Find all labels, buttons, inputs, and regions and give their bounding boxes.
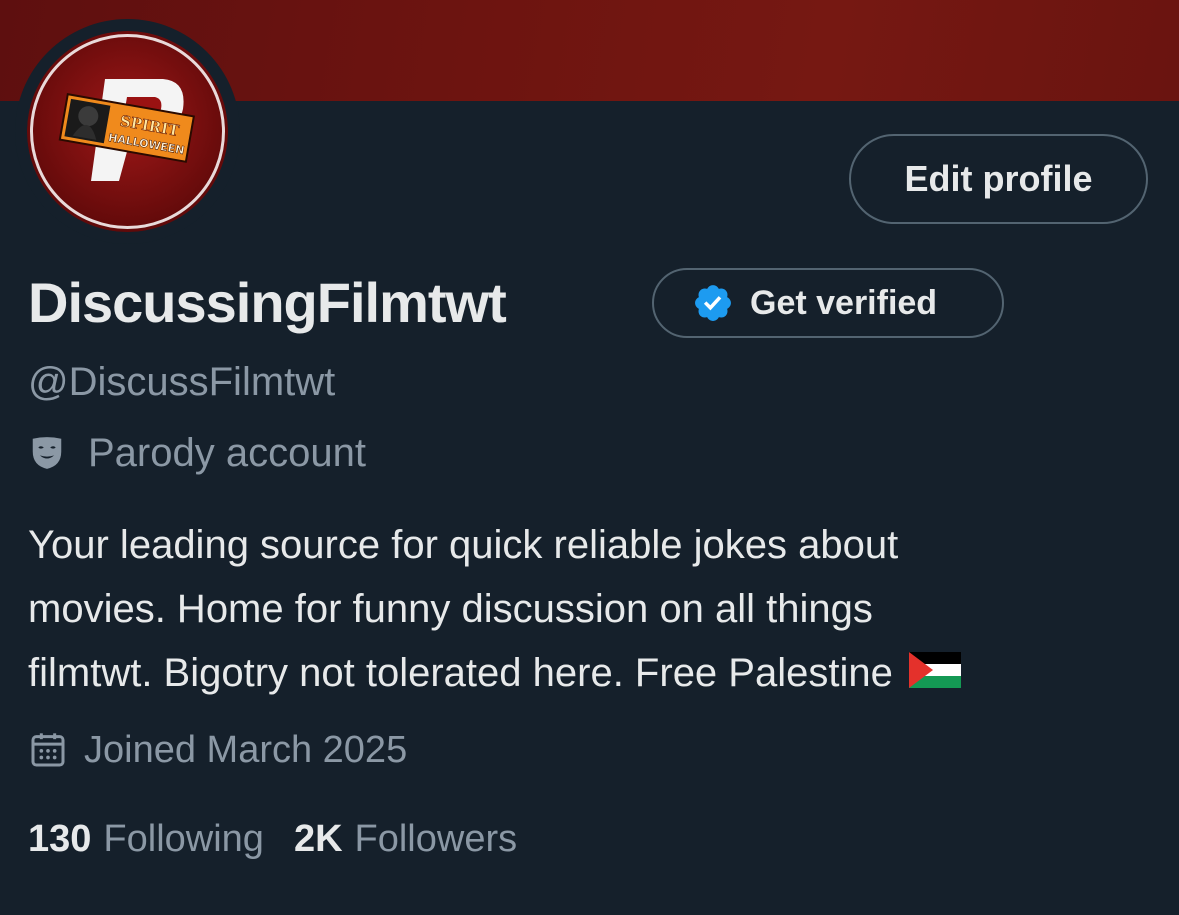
avatar-image: SPIRIT HALLOWEEN [27,31,228,232]
followers-count: 2K [293,817,343,860]
get-verified-button[interactable]: Get verified [652,268,1004,338]
joined-date: Joined March 2025 [28,723,407,777]
palestine-flag-icon [908,643,961,688]
following-label: Following [103,817,264,860]
calendar-icon [28,730,68,770]
following-link[interactable]: 130 Following [28,818,264,861]
bio-line: filmtwt. Bigotry not tolerated here. Fre… [28,641,1158,705]
bio-line: movies. Home for funny discussion on all… [28,587,873,631]
followers-label: Followers [354,817,518,860]
verified-badge-icon [692,282,734,324]
parody-account-text: Parody account [88,430,366,475]
parody-account-label[interactable]: Parody account [28,426,366,480]
avatar[interactable]: SPIRIT HALLOWEEN [27,31,228,232]
get-verified-label: Get verified [750,283,938,322]
joined-text: Joined March 2025 [84,728,408,771]
profile-page: SPIRIT HALLOWEEN Edit profile Discussing… [0,0,1179,915]
profile-stats: 130 Following 2K Followers [28,812,517,866]
profile-bio: Your leading source for quick reliable j… [28,513,1158,705]
edit-profile-button[interactable]: Edit profile [849,134,1148,224]
profile-handle: @DiscussFilmtwt [28,360,336,404]
theater-mask-icon [28,434,66,472]
followers-link[interactable]: 2K Followers [294,818,517,861]
bio-line: Your leading source for quick reliable j… [28,523,899,567]
bio-line-text: filmtwt. Bigotry not tolerated here. Fre… [28,651,893,695]
following-count: 130 [28,817,92,860]
display-name: DiscussingFilmtwt [28,271,507,334]
